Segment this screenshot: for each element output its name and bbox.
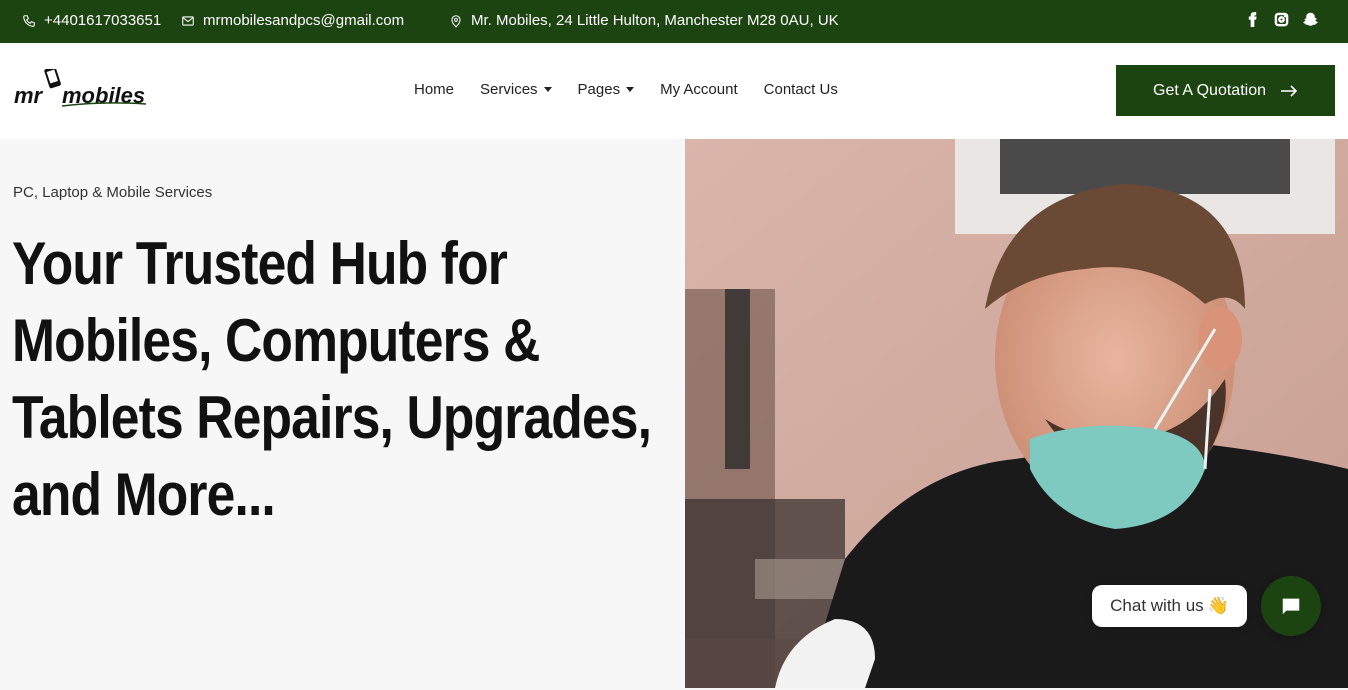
site-header: mr mobiles Home Services Pages My Accoun…	[0, 43, 1348, 139]
nav-contact-us-label: Contact Us	[763, 81, 838, 98]
nav-home-label: Home	[414, 81, 455, 98]
main-nav: Home Services Pages My Account Contact U…	[414, 81, 838, 98]
headline-line: Tablets Repairs, Upgrades,	[12, 384, 652, 451]
street-address: Mr. Mobiles, 24 Little Hulton, Mancheste…	[471, 12, 839, 29]
hero-eyebrow: PC, Laptop & Mobile Services	[13, 184, 213, 201]
instagram-icon[interactable]	[1274, 12, 1289, 27]
phone-number: +4401617033651	[44, 12, 162, 29]
chat-prompt-label: Chat with us	[1110, 596, 1204, 615]
technician-illustration	[685, 139, 1348, 688]
waving-hand-icon: 👋	[1207, 596, 1229, 615]
mail-icon	[182, 15, 194, 26]
caret-down-icon	[543, 87, 552, 92]
nav-home[interactable]: Home	[414, 81, 454, 98]
email-address: mrmobilesandpcs@gmail.com	[203, 12, 405, 29]
top-contact-bar: +4401617033651 mrmobilesandpcs@gmail.com…	[0, 0, 1348, 43]
caret-down-icon	[626, 87, 635, 92]
nav-services[interactable]: Services	[480, 81, 552, 98]
hero-image-technician	[685, 139, 1348, 688]
address-link[interactable]: Mr. Mobiles, 24 Little Hulton, Mancheste…	[449, 12, 839, 29]
nav-contact-us[interactable]: Contact Us	[764, 81, 838, 98]
headline-line: Mobiles, Computers &	[12, 307, 540, 374]
email-link[interactable]: mrmobilesandpcs@gmail.com	[181, 12, 404, 29]
arrow-right-icon	[1280, 84, 1298, 97]
nav-services-label: Services	[480, 81, 538, 98]
social-links	[1245, 12, 1318, 27]
location-pin-icon	[451, 14, 461, 28]
headline-line: and More...	[12, 461, 276, 528]
logo-graphic: mr mobiles	[14, 66, 147, 108]
facebook-icon[interactable]	[1245, 12, 1260, 27]
nav-my-account[interactable]: My Account	[660, 81, 738, 98]
headline-line: Your Trusted Hub for	[12, 230, 508, 297]
svg-text:mr: mr	[14, 83, 44, 108]
chat-prompt-bubble[interactable]: Chat with us 👋	[1092, 585, 1247, 627]
get-quotation-label: Get A Quotation	[1153, 81, 1266, 99]
hero-headline: Your Trusted Hub for Mobiles, Computers …	[12, 225, 674, 533]
chat-open-button[interactable]	[1261, 576, 1321, 636]
nav-my-account-label: My Account	[660, 81, 738, 98]
phone-icon	[23, 14, 35, 27]
nav-pages-label: Pages	[577, 81, 621, 98]
nav-pages[interactable]: Pages	[578, 81, 635, 98]
phone-link[interactable]: +4401617033651	[22, 12, 161, 29]
get-quotation-button[interactable]: Get A Quotation	[1116, 65, 1335, 116]
snapchat-icon[interactable]	[1303, 12, 1318, 27]
chat-icon	[1282, 598, 1300, 615]
site-logo[interactable]: mr mobiles	[14, 66, 148, 109]
